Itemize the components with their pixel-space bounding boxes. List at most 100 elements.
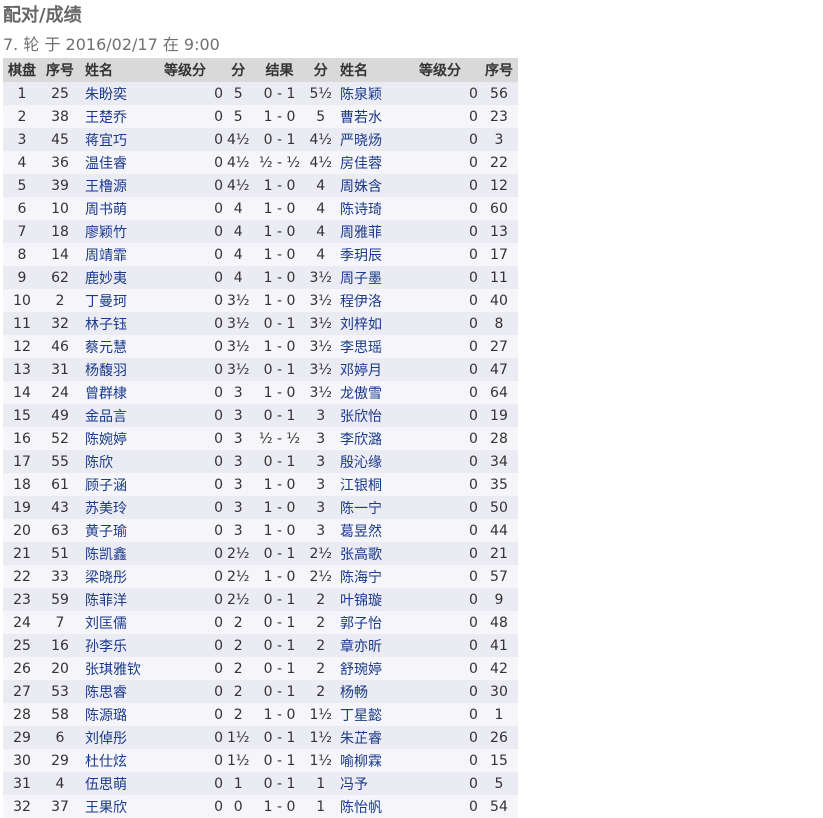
black-player-name[interactable]: 张高歌: [333, 542, 400, 565]
black-rating: 0: [399, 588, 480, 611]
black-player-name[interactable]: 江银桐: [333, 473, 400, 496]
white-points: 4: [225, 243, 252, 266]
white-player-name[interactable]: 王果欣: [79, 795, 145, 818]
white-player-name[interactable]: 金品言: [79, 404, 145, 427]
white-points: 3½: [225, 335, 252, 358]
white-player-name[interactable]: 张琪雅钦: [79, 657, 145, 680]
black-player-name[interactable]: 叶锦璇: [333, 588, 400, 611]
white-player-name[interactable]: 顾子涵: [79, 473, 145, 496]
white-player-name[interactable]: 陈凯鑫: [79, 542, 145, 565]
black-rating: 0: [399, 473, 480, 496]
white-points: 4: [225, 197, 252, 220]
black-player-name[interactable]: 喻柳霖: [333, 749, 400, 772]
black-player-name[interactable]: 郭子怡: [333, 611, 400, 634]
black-player-name[interactable]: 程伊洛: [333, 289, 400, 312]
white-points: 1½: [225, 749, 252, 772]
black-player-name[interactable]: 周姝含: [333, 174, 400, 197]
white-player-name[interactable]: 黄子瑜: [79, 519, 145, 542]
white-player-name[interactable]: 温佳睿: [79, 151, 145, 174]
black-player-name[interactable]: 张欣怡: [333, 404, 400, 427]
black-player-name[interactable]: 葛昱然: [333, 519, 400, 542]
black-player-name[interactable]: 季玥辰: [333, 243, 400, 266]
board-number: 14: [3, 381, 41, 404]
white-seq: 25: [41, 82, 79, 105]
black-rating: 0: [399, 381, 480, 404]
black-player-name[interactable]: 房佳蓉: [333, 151, 400, 174]
black-points: 1½: [307, 726, 334, 749]
black-points: 4: [307, 174, 334, 197]
white-player-name[interactable]: 鹿妙夷: [79, 266, 145, 289]
black-player-name[interactable]: 龙傲雪: [333, 381, 400, 404]
white-player-name[interactable]: 陈婉婷: [79, 427, 145, 450]
white-player-name[interactable]: 苏美玲: [79, 496, 145, 519]
black-player-name[interactable]: 李欣潞: [333, 427, 400, 450]
black-player-name[interactable]: 曹若水: [333, 105, 400, 128]
white-player-name[interactable]: 杨馥羽: [79, 358, 145, 381]
black-points: 2: [307, 588, 334, 611]
white-player-name[interactable]: 周书萌: [79, 197, 145, 220]
board-number: 3: [3, 128, 41, 151]
black-points: 3: [307, 496, 334, 519]
table-row: 32 37 王果欣 0 0 1 - 0 1 陈怡帆 0 54: [3, 795, 518, 818]
black-rating: 0: [399, 496, 480, 519]
black-seq: 35: [479, 473, 518, 496]
white-rating: 0: [145, 726, 225, 749]
white-player-name[interactable]: 陈欣: [79, 450, 145, 473]
white-rating: 0: [145, 358, 225, 381]
white-player-name[interactable]: 王橹源: [79, 174, 145, 197]
result: 1 - 0: [251, 105, 308, 128]
black-player-name[interactable]: 陈诗琦: [333, 197, 400, 220]
white-player-name[interactable]: 孙李乐: [79, 634, 145, 657]
white-player-name[interactable]: 丁曼珂: [79, 289, 145, 312]
black-player-name[interactable]: 陈一宁: [333, 496, 400, 519]
table-row: 22 33 梁晓彤 0 2½ 1 - 0 2½ 陈海宁 0 57: [3, 565, 518, 588]
white-player-name[interactable]: 朱盼奕: [79, 82, 145, 105]
table-row: 26 20 张琪雅钦 0 2 0 - 1 2 舒琬婷 0 42: [3, 657, 518, 680]
black-player-name[interactable]: 周子墨: [333, 266, 400, 289]
black-player-name[interactable]: 刘梓如: [333, 312, 400, 335]
black-player-name[interactable]: 丁星懿: [333, 703, 400, 726]
white-points: 3: [225, 519, 252, 542]
black-player-name[interactable]: 朱芷睿: [333, 726, 400, 749]
black-player-name[interactable]: 殷沁缘: [333, 450, 400, 473]
black-player-name[interactable]: 舒琬婷: [333, 657, 400, 680]
white-player-name[interactable]: 杜仕炫: [79, 749, 145, 772]
black-player-name[interactable]: 陈泉颖: [333, 82, 400, 105]
white-player-name[interactable]: 蒋宜巧: [79, 128, 145, 151]
white-player-name[interactable]: 曾群棣: [79, 381, 145, 404]
black-player-name[interactable]: 冯予: [333, 772, 400, 795]
white-rating: 0: [145, 657, 225, 680]
result: 0 - 1: [251, 749, 308, 772]
black-points: 4: [307, 243, 334, 266]
white-player-name[interactable]: 廖颖竹: [79, 220, 145, 243]
white-player-name[interactable]: 王楚乔: [79, 105, 145, 128]
white-player-name[interactable]: 蔡元慧: [79, 335, 145, 358]
black-rating: 0: [399, 726, 480, 749]
white-player-name[interactable]: 伍思萌: [79, 772, 145, 795]
black-player-name[interactable]: 邓婷月: [333, 358, 400, 381]
black-player-name[interactable]: 陈怡帆: [333, 795, 400, 818]
white-player-name[interactable]: 刘匡儒: [79, 611, 145, 634]
black-player-name[interactable]: 杨畅: [333, 680, 400, 703]
black-seq: 40: [479, 289, 518, 312]
board-number: 26: [3, 657, 41, 680]
black-player-name[interactable]: 章亦昕: [333, 634, 400, 657]
black-seq: 60: [479, 197, 518, 220]
black-seq: 23: [479, 105, 518, 128]
white-player-name[interactable]: 刘倬彤: [79, 726, 145, 749]
black-player-name[interactable]: 周雅菲: [333, 220, 400, 243]
black-player-name[interactable]: 陈海宁: [333, 565, 400, 588]
black-seq: 9: [479, 588, 518, 611]
board-number: 4: [3, 151, 41, 174]
white-player-name[interactable]: 梁晓彤: [79, 565, 145, 588]
white-player-name[interactable]: 陈源璐: [79, 703, 145, 726]
white-player-name[interactable]: 陈菲洋: [79, 588, 145, 611]
black-player-name[interactable]: 严晓炀: [333, 128, 400, 151]
white-rating: 0: [145, 82, 225, 105]
white-player-name[interactable]: 林子钰: [79, 312, 145, 335]
white-player-name[interactable]: 周靖霏: [79, 243, 145, 266]
white-seq: 46: [41, 335, 79, 358]
black-player-name[interactable]: 李思瑶: [333, 335, 400, 358]
result: 1 - 0: [251, 335, 308, 358]
white-player-name[interactable]: 陈思睿: [79, 680, 145, 703]
